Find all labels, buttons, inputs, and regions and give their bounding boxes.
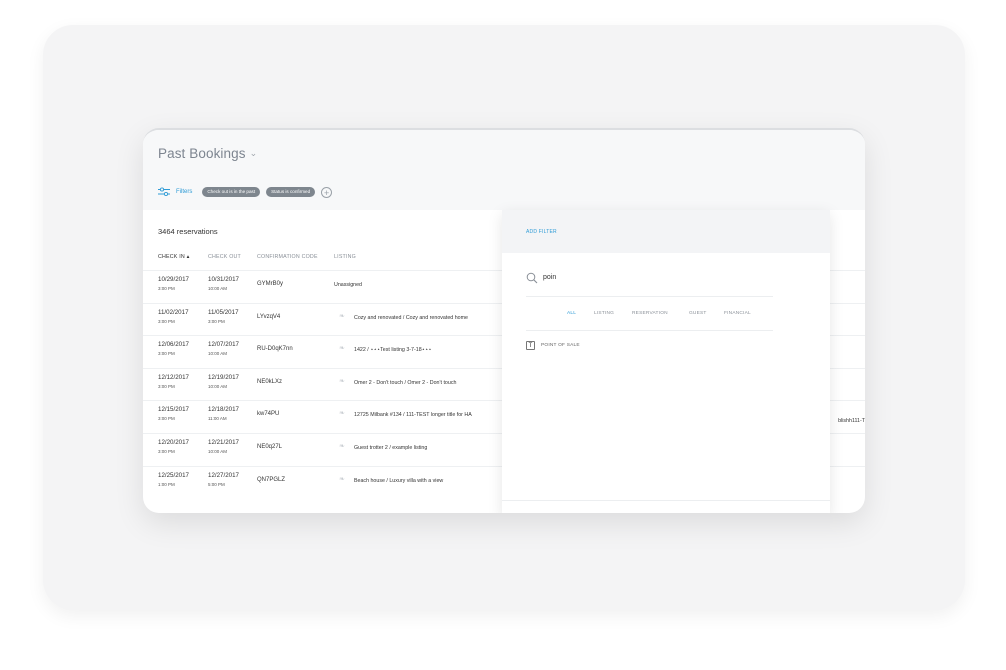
listing-name[interactable]: Omer 2 - Don't touch / Omer 2 - Don't to… bbox=[354, 380, 456, 386]
column-header-confirmation-code[interactable]: CONFIRMATION CODE bbox=[257, 254, 318, 260]
check-in-date: 12/15/2017 bbox=[158, 406, 189, 414]
check-out-date: 12/27/2017 bbox=[208, 471, 239, 479]
leaf-icon: ❧ bbox=[339, 410, 345, 418]
check-in-date: 11/02/2017 bbox=[158, 308, 189, 316]
leaf-icon: ❧ bbox=[339, 312, 345, 320]
check-out-time: 11:00 AM bbox=[208, 416, 227, 422]
confirmation-code-link[interactable]: NE0q27L bbox=[257, 444, 282, 450]
reservation-count-label: reservations bbox=[174, 227, 218, 236]
tab-guest[interactable]: GUEST bbox=[689, 311, 707, 316]
plus-circle-icon[interactable]: + bbox=[321, 186, 333, 198]
app-window: Past Bookings ⌄ Filters Check out is in t… bbox=[143, 128, 865, 513]
page-header: Past Bookings ⌄ Filters Check out is in t… bbox=[143, 130, 865, 210]
panel-footer-divider bbox=[502, 500, 830, 501]
check-in-time: 1:00 PM bbox=[158, 481, 175, 487]
reservation-count: 3464 reservations bbox=[158, 227, 218, 236]
check-out-date: 10/31/2017 bbox=[208, 276, 239, 283]
check-out-date: 12/07/2017 bbox=[208, 341, 239, 349]
add-filter-label: ADD FILTER bbox=[526, 229, 557, 235]
check-in-time: 3:00 PM bbox=[158, 286, 175, 291]
check-in-time: 3:00 PM bbox=[158, 351, 175, 357]
tab-financial[interactable]: FINANCIAL bbox=[724, 311, 751, 316]
check-out-time: 5:00 PM bbox=[208, 481, 225, 487]
check-in-time: 3:00 PM bbox=[158, 383, 175, 389]
column-header-check-in[interactable]: CHECK IN ▴ bbox=[158, 254, 189, 260]
confirmation-code-link[interactable]: QN7PGLZ bbox=[257, 477, 285, 483]
check-in-time: 3:00 PM bbox=[158, 416, 175, 422]
filters-bar: Filters Check out is in the past Status … bbox=[158, 185, 333, 199]
tab-listing[interactable]: LISTING bbox=[594, 311, 614, 316]
check-in-date: 12/06/2017 bbox=[158, 341, 189, 349]
leaf-icon: ❧ bbox=[339, 475, 345, 483]
check-out-time: 10:00 AM bbox=[208, 449, 228, 454]
divider bbox=[526, 296, 773, 297]
column-header-listing[interactable]: LISTING bbox=[334, 254, 356, 260]
leaf-icon: ❧ bbox=[339, 443, 345, 450]
listing-name[interactable]: Unassigned bbox=[334, 282, 362, 288]
check-in-date: 12/20/2017 bbox=[158, 439, 189, 446]
check-out-time: 10:00 AM bbox=[208, 286, 228, 291]
divider bbox=[526, 330, 773, 331]
check-in-date: 10/29/2017 bbox=[158, 276, 189, 283]
reservation-count-number: 3464 bbox=[158, 227, 175, 236]
search-icon bbox=[526, 271, 538, 289]
page-title-text: Past Bookings bbox=[158, 146, 246, 161]
confirmation-code-link[interactable]: NE0kLXz bbox=[257, 379, 282, 385]
check-in-time: 3:00 PM bbox=[158, 449, 175, 454]
chevron-down-icon[interactable]: ⌄ bbox=[250, 148, 258, 158]
panel-header: ADD FILTER bbox=[502, 210, 830, 253]
confirmation-code-link[interactable]: GYMrB0y bbox=[257, 281, 283, 287]
page-title[interactable]: Past Bookings ⌄ bbox=[158, 146, 257, 161]
confirmation-code-link[interactable]: LYvzqV4 bbox=[257, 314, 280, 320]
check-out-date: 12/21/2017 bbox=[208, 439, 239, 446]
check-in-date: 12/25/2017 bbox=[158, 471, 189, 479]
leaf-icon: ❧ bbox=[339, 377, 345, 385]
filter-chip-status[interactable]: Status is confirmed bbox=[266, 187, 316, 197]
listing-name[interactable]: Guest trotter 2 / example listing bbox=[354, 445, 427, 451]
check-in-time: 3:00 PM bbox=[158, 318, 175, 324]
tab-reservation[interactable]: RESERVATION bbox=[632, 311, 668, 316]
filter-result-point-of-sale[interactable]: T POINT OF SALE bbox=[526, 341, 580, 350]
add-filter-panel: ADD FILTER poin ALL LISTING RESERVATION … bbox=[502, 210, 830, 513]
check-out-date: 11/05/2017 bbox=[208, 308, 239, 316]
listing-name[interactable]: Beach house / Luxury villa with a view bbox=[354, 478, 443, 484]
filter-result-label: POINT OF SALE bbox=[541, 343, 580, 348]
filter-chip-checkout[interactable]: Check out is in the past bbox=[202, 187, 261, 197]
listing-name[interactable]: 1422 / ⋆⋆⋆Test listing 3-7-18⋆⋆⋆ bbox=[354, 347, 432, 353]
listing-overflow-text: blishh111-T bbox=[838, 418, 865, 424]
check-out-time: 10:00 AM bbox=[208, 383, 228, 389]
check-out-date: 12/19/2017 bbox=[208, 373, 239, 381]
tab-all[interactable]: ALL bbox=[567, 311, 576, 316]
leaf-icon: ❧ bbox=[339, 345, 345, 353]
text-type-icon: T bbox=[526, 341, 535, 350]
check-out-date: 12/18/2017 bbox=[208, 406, 239, 414]
listing-name[interactable]: 12725 Milbank #134 / 111-TEST longer tit… bbox=[354, 412, 472, 418]
filters-link[interactable]: Filters bbox=[176, 189, 192, 195]
check-out-time: 10:00 AM bbox=[208, 351, 228, 357]
filter-search-input[interactable]: poin bbox=[543, 274, 556, 281]
listing-name[interactable]: Cozy and renovated / Cozy and renovated … bbox=[354, 315, 468, 321]
column-header-check-out[interactable]: CHECK OUT bbox=[208, 254, 241, 260]
filters-sliders-icon[interactable] bbox=[158, 187, 170, 197]
confirmation-code-link[interactable]: RU-D0qK7nn bbox=[257, 346, 293, 352]
check-out-time: 3:00 PM bbox=[208, 318, 225, 324]
check-in-date: 12/12/2017 bbox=[158, 373, 189, 381]
confirmation-code-link[interactable]: kw74PU bbox=[257, 411, 279, 417]
